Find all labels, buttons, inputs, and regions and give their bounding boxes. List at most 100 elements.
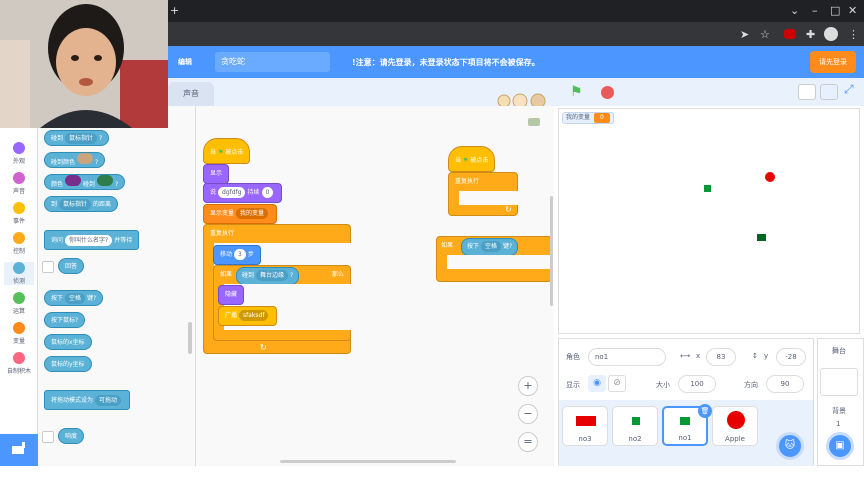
apple-sprite-on-stage[interactable] — [765, 172, 775, 182]
variable-monitor: 我的变量 0 — [562, 112, 614, 124]
large-stage-button[interactable] — [820, 84, 838, 100]
palette-mouse-down-block[interactable]: 按下鼠标? — [44, 312, 86, 328]
palette-scrollbar[interactable] — [188, 322, 192, 354]
color-swatch-a[interactable] — [65, 175, 82, 186]
sprite-no1-on-stage[interactable] — [757, 234, 766, 241]
color-swatch-b[interactable] — [97, 175, 114, 186]
stage-thumbnail[interactable] — [820, 368, 858, 396]
extension-add-icon — [12, 442, 25, 454]
category-events[interactable]: 事件 — [4, 202, 34, 225]
operators-dot-icon — [13, 292, 25, 304]
project-title-input[interactable]: 贪吃蛇 — [215, 52, 330, 72]
minimize-icon[interactable]: – — [812, 0, 818, 22]
move-steps-block[interactable]: 移动 3 步 — [213, 245, 261, 265]
variables-dot-icon — [13, 322, 25, 334]
stage-label: 舞台 — [832, 347, 846, 355]
sprite-tile-no3[interactable]: no3 — [562, 406, 608, 446]
when-flag-clicked-hat-2[interactable]: 当 ⚑ 被点击 — [448, 146, 496, 172]
stop-button[interactable] — [601, 86, 614, 99]
hide-eye-icon[interactable]: ⊘ — [608, 375, 626, 392]
show-block[interactable]: 显示 — [203, 164, 230, 184]
show-eye-icon[interactable]: ◉ — [588, 375, 606, 392]
palette-drag-mode-block[interactable]: 将拖动模式设为 可拖动 — [44, 390, 131, 410]
delete-sprite-icon[interactable]: 🗑 — [698, 404, 712, 418]
color-swatch[interactable] — [77, 153, 94, 164]
loudness-checkbox[interactable] — [42, 431, 54, 443]
loop-arrow-icon: ↻ — [260, 343, 267, 352]
y-input[interactable]: -28 — [776, 348, 806, 366]
sprite-no2-on-stage[interactable] — [704, 185, 711, 192]
palette-ask-block[interactable]: 询问 你叫什么名字? 并等待 — [44, 230, 140, 250]
choose-sprite-button[interactable]: 🐱 — [776, 432, 804, 460]
x-input[interactable]: 83 — [706, 348, 736, 366]
share-icon[interactable]: ➤ — [740, 24, 749, 46]
sprite-tile-no2[interactable]: no2 — [612, 406, 658, 446]
script-area-hscroll[interactable] — [280, 460, 456, 463]
sound-dot-icon — [13, 172, 25, 184]
category-sound[interactable]: 声音 — [4, 172, 34, 195]
profile-avatar-icon[interactable] — [824, 27, 838, 41]
palette-loudness-block[interactable]: 响度 — [58, 428, 85, 444]
zoom-out-button[interactable]: − — [518, 404, 538, 424]
category-variables[interactable]: 变量 — [4, 322, 34, 345]
category-looks[interactable]: 外观 — [4, 142, 34, 165]
green-flag-button[interactable]: ⚑ — [570, 84, 583, 100]
sprite-tile-no1-selected[interactable]: 🗑 no1 — [662, 404, 712, 446]
loop-arrow-icon-2: ↻ — [505, 205, 512, 214]
touching-edge-condition[interactable]: 碰到 舞台边缘? — [236, 267, 300, 285]
show-variable-block[interactable]: 显示变量 我的变量 — [203, 204, 278, 224]
palette-touching-block[interactable]: 碰到 鼠标指针? — [44, 130, 110, 146]
extension-icon[interactable] — [784, 29, 796, 39]
palette-distance-block[interactable]: 到鼠标指针 的距离 — [44, 196, 119, 212]
small-stage-button[interactable] — [798, 84, 816, 100]
sprite-name-input[interactable]: no1 — [588, 348, 666, 366]
tab-search-icon[interactable]: ⌄ — [790, 0, 799, 22]
forever-block-2[interactable]: 重复执行 ↻ — [448, 172, 519, 216]
category-control[interactable]: 控制 — [4, 232, 34, 255]
zoom-in-button[interactable]: + — [518, 376, 538, 396]
say-for-secs-block[interactable]: 说 dgfdfg 持续 0 — [203, 183, 283, 203]
palette-color-touching-color-block[interactable]: 颜色 碰到? — [44, 174, 126, 190]
palette-mouse-y-block[interactable]: 鼠标的y坐标 — [44, 356, 92, 372]
choose-backdrop-button[interactable]: ▣ — [826, 432, 854, 460]
bookmark-star-icon[interactable]: ☆ — [760, 24, 770, 46]
stage-canvas[interactable] — [558, 108, 860, 334]
browser-menu-icon[interactable]: ⋮ — [848, 24, 859, 46]
apple-thumb — [727, 411, 745, 429]
edit-menu[interactable]: 编辑 — [178, 57, 192, 67]
sprite-thumbnail-icon — [528, 118, 540, 126]
close-window-icon[interactable]: ✕ — [848, 0, 857, 22]
webcam-overlay — [0, 0, 168, 128]
maximize-icon[interactable]: □ — [830, 0, 840, 22]
script-area-vscroll[interactable] — [550, 196, 553, 306]
new-tab-icon[interactable]: + — [170, 0, 179, 22]
size-input[interactable]: 100 — [678, 375, 716, 393]
sprite-tile-apple[interactable]: Apple — [712, 406, 758, 446]
floating-if-block[interactable]: 如果 按下 空格 键? — [436, 236, 553, 282]
palette-key-pressed-block[interactable]: 按下 空格 键? — [44, 290, 104, 306]
palette-touching-color-block[interactable]: 碰到颜色? — [44, 152, 106, 168]
green-flag-icon-2: ⚑ — [462, 157, 469, 164]
login-button[interactable]: 请先登录 — [810, 51, 856, 73]
sensing-dot-icon — [13, 262, 25, 274]
add-extension-button[interactable] — [0, 434, 38, 466]
key-pressed-condition[interactable]: 按下 空格 键? — [461, 238, 519, 256]
category-operators[interactable]: 运算 — [4, 292, 34, 315]
category-sensing[interactable]: 侦测 — [4, 262, 34, 285]
size-label: 大小 — [656, 381, 670, 389]
hide-block[interactable]: 隐藏 — [218, 285, 245, 305]
answer-checkbox[interactable] — [42, 261, 54, 273]
zoom-reset-button[interactable]: = — [518, 432, 538, 452]
when-flag-clicked-hat[interactable]: 当 ⚑ 被点击 — [203, 138, 251, 164]
palette-answer-block[interactable]: 回答 — [58, 258, 85, 274]
category-my-blocks[interactable]: 自制积木 — [4, 352, 34, 375]
direction-label: 方向 — [744, 381, 758, 389]
fullscreen-icon[interactable]: ⤢ — [844, 82, 854, 97]
broadcast-block[interactable]: 广播 sfaksdf — [218, 306, 278, 326]
palette-mouse-x-block[interactable]: 鼠标的x坐标 — [44, 334, 92, 350]
tab-sounds[interactable]: 声音 — [168, 82, 214, 106]
direction-input[interactable]: 90 — [766, 375, 804, 393]
extensions-puzzle-icon[interactable]: ✚ — [806, 24, 815, 46]
sprite-no3-thumb — [576, 416, 596, 426]
sprite-no2-thumb — [632, 417, 640, 425]
